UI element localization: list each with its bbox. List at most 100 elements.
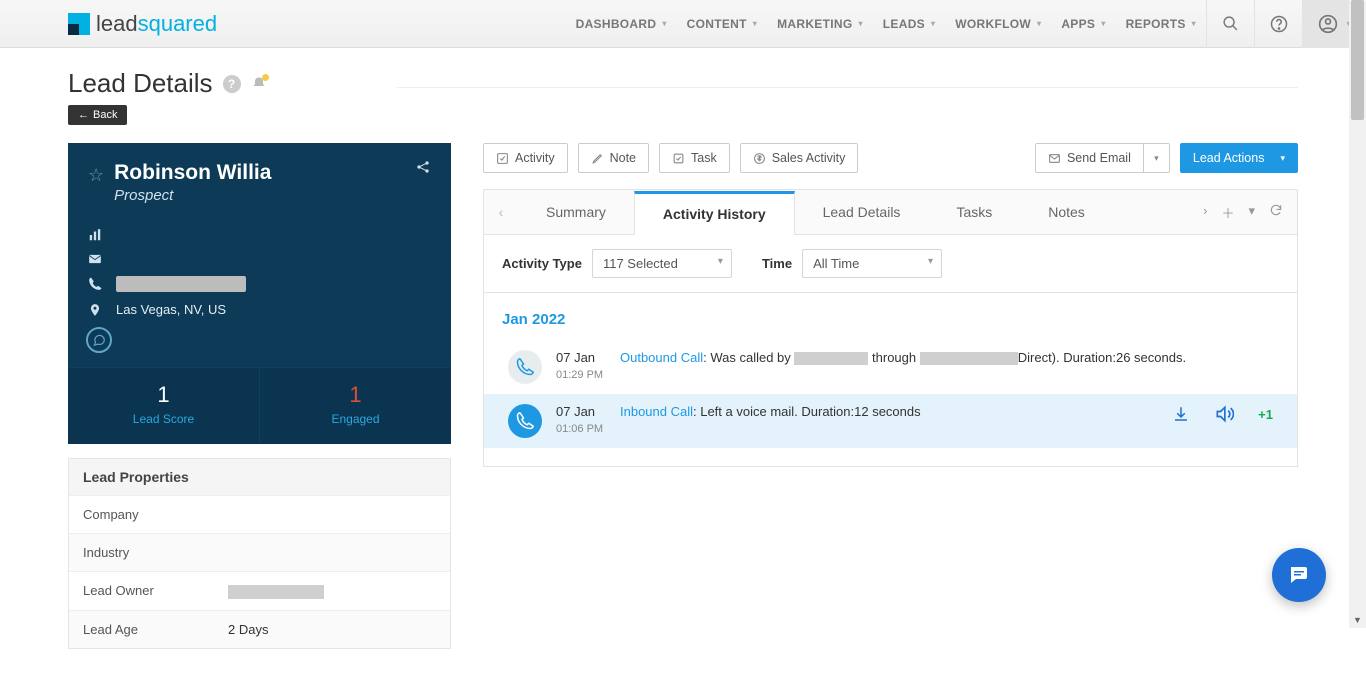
activity-icon [496, 152, 509, 165]
expand-count[interactable]: +1 [1258, 407, 1273, 422]
bell-icon[interactable] [251, 76, 267, 92]
scroll-down-icon[interactable]: ▼ [1349, 611, 1366, 628]
add-tab-icon[interactable]: ＋ [1221, 203, 1234, 222]
tab-activity-history[interactable]: Activity History [634, 191, 795, 235]
note-icon [591, 152, 604, 165]
sales-activity-button[interactable]: Sales Activity [740, 143, 859, 173]
nav-content[interactable]: CONTENT▾ [677, 0, 767, 48]
masked-text [794, 352, 868, 365]
time-select[interactable]: All Time [802, 249, 942, 278]
brand-text-a: lead [96, 11, 138, 36]
tab-scroll-right[interactable]: › [1203, 203, 1207, 222]
lead-actions-button[interactable]: Lead Actions▾ [1180, 143, 1298, 173]
tab-menu-icon[interactable]: ▾ [1248, 203, 1255, 222]
chevron-down-icon: ▾ [1101, 19, 1105, 28]
phone-icon [88, 277, 104, 291]
chevron-down-icon: ▾ [858, 19, 862, 28]
engaged-stat[interactable]: 1 Engaged [260, 368, 451, 444]
help-icon [1270, 15, 1288, 33]
lead-properties-header: Lead Properties [69, 459, 450, 495]
lead-stage: Prospect [114, 187, 271, 204]
search-button[interactable] [1206, 0, 1254, 48]
nav-workflow[interactable]: WORKFLOW▾ [945, 0, 1051, 48]
tab-tasks[interactable]: Tasks [928, 190, 1020, 234]
chevron-down-icon: ▾ [753, 19, 757, 28]
activity-row[interactable]: 07 Jan 01:29 PM Outbound Call: Was calle… [502, 340, 1279, 394]
outbound-call-icon [508, 350, 542, 384]
prop-lead-age: Lead Age2 Days [69, 610, 450, 648]
activity-type-select[interactable]: 117 Selected [592, 249, 732, 278]
phone-masked [116, 276, 246, 292]
activity-time: 01:29 PM [556, 369, 606, 381]
refresh-icon[interactable] [1269, 203, 1283, 222]
chart-icon [88, 228, 104, 242]
month-header: Jan 2022 [502, 311, 1279, 328]
chat-fab[interactable] [1272, 548, 1326, 602]
action-bar: Activity Note Task Sales Activity Send E… [483, 143, 1298, 173]
nav-items: DASHBOARD▾ CONTENT▾ MARKETING▾ LEADS▾ WO… [566, 0, 1206, 48]
tab-notes[interactable]: Notes [1020, 190, 1113, 234]
lead-location: Las Vegas, NV, US [116, 302, 226, 317]
activity-description: Outbound Call: Was called by through Dir… [620, 350, 1273, 365]
lead-score-stat[interactable]: 1 Lead Score [68, 368, 260, 444]
chevron-down-icon: ▾ [662, 19, 666, 28]
scrollbar-thumb[interactable] [1351, 0, 1364, 120]
audio-icon[interactable] [1214, 404, 1234, 424]
prop-lead-owner: Lead Owner [69, 571, 450, 610]
time-label: Time [762, 256, 792, 271]
note-button[interactable]: Note [578, 143, 649, 173]
inbound-call-icon [508, 404, 542, 438]
activity-link[interactable]: Inbound Call [620, 404, 693, 419]
tab-scroll-left[interactable]: ‹ [484, 204, 518, 220]
tab-summary[interactable]: Summary [518, 190, 634, 234]
email-icon [1048, 152, 1061, 165]
activity-date: 07 Jan [556, 404, 606, 419]
chevron-down-icon: ▾ [931, 19, 935, 28]
send-email-dropdown[interactable]: ▾ [1144, 143, 1170, 173]
masked-value [228, 585, 324, 599]
help-button[interactable] [1254, 0, 1302, 48]
page-title: Lead Details [68, 68, 213, 99]
activity-description: Inbound Call: Left a voice mail. Duratio… [620, 404, 1158, 419]
scrollbar[interactable]: ▲ ▼ [1349, 0, 1366, 628]
arrow-left-icon: ← [78, 109, 89, 121]
nav-reports[interactable]: REPORTS▾ [1116, 0, 1206, 48]
nav-leads[interactable]: LEADS▾ [873, 0, 946, 48]
prop-company: Company [69, 495, 450, 533]
dollar-icon [753, 152, 766, 165]
help-icon[interactable]: ? [223, 75, 241, 93]
nav-apps[interactable]: APPS▾ [1051, 0, 1115, 48]
prop-industry: Industry [69, 533, 450, 571]
lead-card: ☆ Robinson Willia Prospect Las Vegas, NV… [68, 143, 451, 444]
top-nav: leadsquared DASHBOARD▾ CONTENT▾ MARKETIN… [0, 0, 1366, 48]
task-button[interactable]: Task [659, 143, 730, 173]
send-email-split: Send Email ▾ [1035, 143, 1170, 173]
share-icon[interactable] [415, 159, 431, 175]
lead-name: Robinson Willia [114, 161, 271, 185]
star-icon[interactable]: ☆ [88, 165, 104, 204]
activity-button[interactable]: Activity [483, 143, 568, 173]
activity-link[interactable]: Outbound Call [620, 350, 703, 365]
download-icon[interactable] [1172, 405, 1190, 423]
chevron-down-icon: ▾ [1037, 19, 1041, 28]
activity-time: 01:06 PM [556, 423, 606, 435]
brand-mark-icon [68, 13, 90, 35]
user-icon [1318, 14, 1338, 34]
chat-icon[interactable] [86, 327, 112, 353]
masked-text [920, 352, 1018, 365]
brand-logo[interactable]: leadsquared [68, 11, 217, 37]
email-icon [88, 252, 104, 266]
tab-lead-details[interactable]: Lead Details [795, 190, 929, 234]
nav-dashboard[interactable]: DASHBOARD▾ [566, 0, 677, 48]
location-icon [88, 303, 104, 317]
activity-date: 07 Jan [556, 350, 606, 365]
task-icon [672, 152, 685, 165]
nav-marketing[interactable]: MARKETING▾ [767, 0, 873, 48]
back-button[interactable]: ←Back [68, 105, 127, 125]
lead-properties: Lead Properties Company Industry Lead Ow… [68, 458, 451, 649]
activity-history: Jan 2022 07 Jan 01:29 PM Outbound Call: … [483, 293, 1298, 467]
search-icon [1222, 15, 1239, 32]
send-email-button[interactable]: Send Email [1035, 143, 1144, 173]
chevron-down-icon: ▾ [1280, 153, 1285, 164]
activity-row[interactable]: 07 Jan 01:06 PM Inbound Call: Left a voi… [484, 394, 1297, 448]
